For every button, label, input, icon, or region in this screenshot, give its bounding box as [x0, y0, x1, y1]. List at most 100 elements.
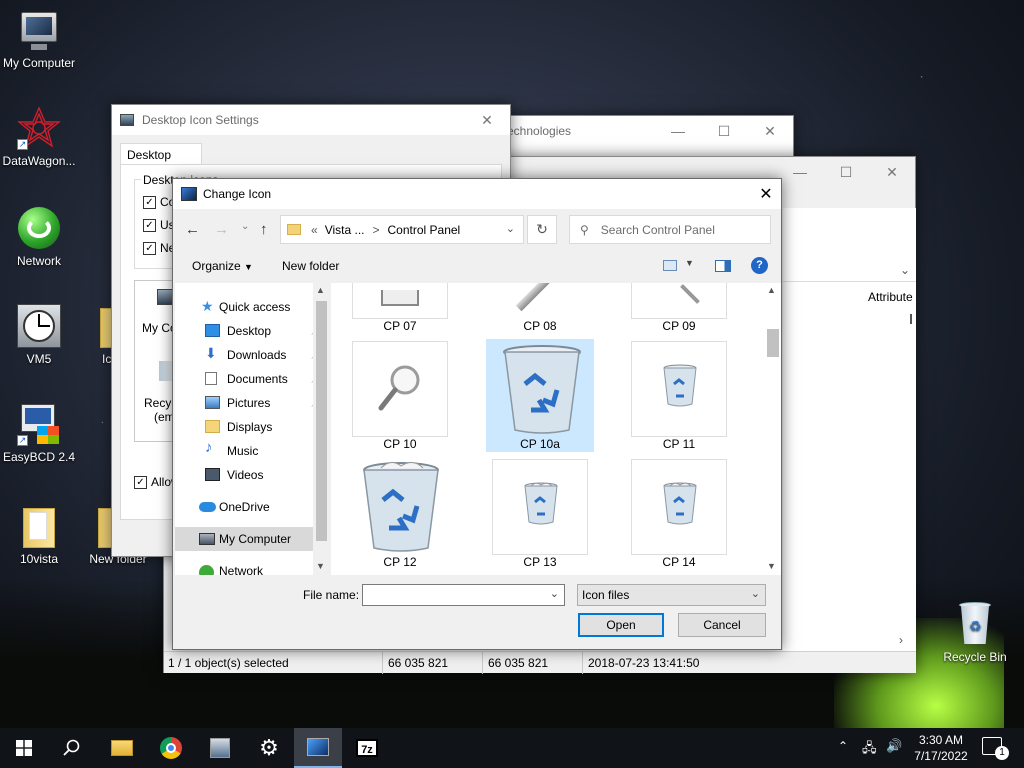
search-input[interactable]: ⚲ Search Control Panel [569, 215, 771, 244]
tab-desktop-icons[interactable]: Desktop Icons [120, 143, 202, 176]
forward-arrow-icon[interactable]: → [214, 221, 229, 238]
open-button[interactable]: Open [578, 613, 664, 637]
recycle-bin-icon [503, 345, 581, 434]
icon-tile[interactable]: CP 14 [627, 459, 731, 569]
folder-icon [205, 420, 220, 433]
preview-pane-icon[interactable] [715, 260, 731, 272]
scroll-up-icon[interactable]: ▲ [316, 285, 325, 295]
navigation-pane[interactable]: ★ Quick access Desktop 📌 ⬇ Downloads 📌 D… [175, 283, 329, 575]
scroll-down-icon[interactable]: ▼ [767, 561, 776, 571]
nav-item-videos[interactable]: Videos [175, 463, 329, 487]
column-header-row: ⌄ [783, 260, 916, 282]
file-type-select[interactable]: Icon files ⌄ [577, 584, 766, 606]
taskbar-file-explorer[interactable] [98, 728, 146, 768]
file-name-input[interactable]: ⌄ [362, 584, 565, 606]
breadcrumb-control-panel[interactable]: Control Panel [388, 223, 461, 237]
organize-button[interactable]: Organize ▼ [192, 259, 253, 273]
icon-tile[interactable]: CP 10 [348, 341, 452, 451]
chevron-down-icon[interactable]: ⌄ [506, 222, 515, 235]
icon-tile-selected[interactable]: CP 10a [486, 339, 594, 452]
breadcrumb-overflow[interactable]: « [311, 223, 318, 237]
status-size: 66 035 821 [488, 656, 549, 670]
status-bar: 1 / 1 object(s) selected 66 035 821 66 0… [164, 651, 916, 674]
column-divider [910, 314, 912, 324]
nav-item-downloads[interactable]: ⬇ Downloads 📌 [175, 343, 329, 367]
clock[interactable]: 3:30 AM 7/17/2022 [906, 732, 976, 764]
notification-icon[interactable]: 1 [982, 737, 1009, 760]
desktop-icon-easybcd[interactable]: ↗ EasyBCD 2.4 [0, 402, 79, 464]
network-tray-icon[interactable]: 🖧 [862, 739, 877, 761]
up-arrow-icon[interactable]: ↑ [260, 221, 268, 238]
chevron-down-icon[interactable]: ▼ [685, 258, 694, 268]
star-icon: ★ [201, 298, 214, 314]
nav-item-onedrive[interactable]: OneDrive [175, 495, 329, 519]
cancel-button[interactable]: Cancel [678, 613, 766, 637]
icon-grid[interactable]: CP 07 CP 08 CP 09 CP 10 CP 10a CP 11 CP … [331, 283, 781, 575]
desktop-icon-my-computer[interactable]: My Computer [0, 8, 79, 70]
desktop-icon-recycle-bin[interactable]: ♻ Recycle Bin [935, 602, 1015, 664]
nav-item-displays[interactable]: Displays [175, 415, 329, 439]
recent-locations-icon[interactable]: ⌄ [241, 221, 249, 232]
pictures-icon [205, 396, 220, 409]
magnifier-icon [680, 284, 700, 304]
maximize-button[interactable]: ☐ [701, 116, 747, 146]
downloads-icon: ⬇ [205, 345, 217, 361]
nav-item-network[interactable]: Network [175, 559, 329, 575]
nav-item-music[interactable]: ♪ Music [175, 439, 329, 463]
icon-tile[interactable]: CP 12 [348, 459, 452, 569]
taskbar-computer-app[interactable] [196, 728, 244, 768]
chevron-down-icon[interactable]: ⌄ [751, 587, 760, 600]
grid-scrollbar[interactable]: ▲ ▼ [764, 283, 781, 575]
chevron-down-icon[interactable]: ⌄ [900, 263, 910, 277]
close-button[interactable]: ✕ [869, 157, 915, 187]
view-options-icon[interactable] [663, 260, 677, 271]
refresh-button[interactable]: ↻ [527, 215, 557, 244]
icon-tile[interactable]: CP 08 [488, 283, 592, 333]
minimize-button[interactable]: — [777, 157, 823, 187]
volume-icon[interactable]: 🔊 [886, 738, 902, 754]
icon-tile[interactable]: CP 09 [627, 283, 731, 333]
new-folder-button[interactable]: New folder [282, 259, 339, 273]
scroll-down-icon[interactable]: ▼ [316, 561, 325, 571]
start-button[interactable] [0, 728, 48, 768]
minimize-button[interactable]: — [655, 116, 701, 146]
close-button[interactable]: ✕ [751, 179, 781, 209]
nav-item-label: OneDrive [219, 500, 270, 514]
icon-tile[interactable]: CP 11 [627, 341, 731, 451]
search-button[interactable] [48, 728, 96, 768]
column-attribute[interactable]: Attribute [868, 290, 913, 304]
close-button[interactable]: ✕ [747, 116, 793, 146]
icon-tile-label: CP 12 [383, 555, 417, 569]
nav-item-desktop[interactable]: Desktop 📌 [175, 319, 329, 343]
taskbar-change-icon-app[interactable] [294, 728, 342, 768]
back-arrow-icon[interactable]: ← [185, 221, 200, 238]
chevron-up-icon[interactable]: ⌃ [838, 739, 848, 753]
icon-tile[interactable]: CP 13 [488, 459, 592, 569]
address-bar[interactable]: « Vista ... > Control Panel ⌄ [280, 215, 524, 244]
scroll-right-icon[interactable]: › [899, 633, 903, 647]
nav-scrollbar[interactable]: ▲ ▼ [313, 283, 330, 575]
close-button[interactable]: ✕ [464, 105, 510, 135]
nav-item-pictures[interactable]: Pictures 📌 [175, 391, 329, 415]
nav-item-documents[interactable]: Documents 📌 [175, 367, 329, 391]
taskbar-settings[interactable]: ⚙ [245, 728, 293, 768]
control-panel-icon [381, 290, 419, 306]
taskbar-chrome[interactable] [147, 728, 195, 768]
desktop-icon-network[interactable]: Network [0, 206, 79, 268]
change-icon-dialog[interactable]: Change Icon ✕ ← → ⌄ ↑ « Vista ... > Cont… [172, 178, 782, 650]
desktop-icon-datawagon[interactable]: ↗ DataWagon... [0, 106, 79, 168]
window-controls: — ☐ ✕ [655, 116, 793, 146]
taskbar-7zip[interactable]: 7z [343, 728, 391, 768]
maximize-button[interactable]: ☐ [823, 157, 869, 187]
scroll-up-icon[interactable]: ▲ [767, 285, 776, 295]
chevron-down-icon[interactable]: ⌄ [550, 587, 559, 600]
scroll-thumb[interactable] [767, 329, 779, 357]
breadcrumb-vista[interactable]: Vista ... [325, 223, 365, 237]
nav-item-my-computer[interactable]: My Computer [175, 527, 329, 551]
help-icon[interactable]: ? [751, 257, 768, 274]
icon-tile[interactable]: CP 07 [348, 283, 452, 333]
scroll-thumb[interactable] [316, 301, 327, 541]
desktop-icon-label: Network [16, 254, 61, 268]
desktop-icon-10vista[interactable]: 10vista [0, 504, 79, 566]
nav-item-quick-access[interactable]: ★ Quick access [175, 295, 329, 319]
